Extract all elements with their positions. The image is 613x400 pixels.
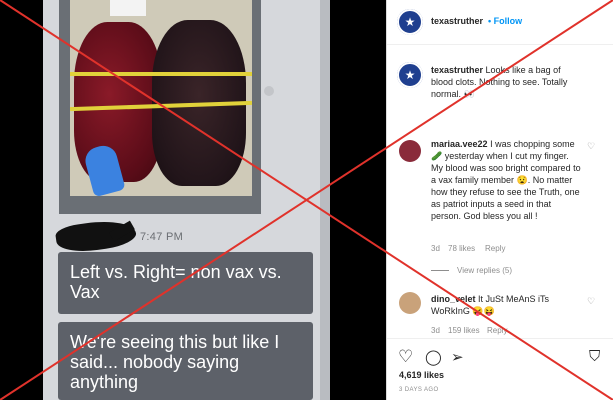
post-timestamp: 3 DAYS AGO (399, 387, 439, 393)
reply-button[interactable]: Reply (487, 326, 507, 335)
screenshot: 7:47 PM Left vs. Right= non vax vs. Vax … (0, 0, 613, 400)
comment-age: 3d (431, 244, 440, 253)
heart-icon[interactable]: ♡ (587, 296, 595, 307)
rubber-band (70, 72, 252, 76)
view-replies-label: View replies (5) (457, 266, 512, 275)
message-bubble: We're seeing this but like I said... nob… (58, 322, 313, 400)
like-heart-icon[interactable]: ♡ (398, 347, 413, 367)
star-icon: ★ (404, 68, 416, 82)
heart-icon[interactable]: ♡ (587, 141, 595, 152)
divider (431, 270, 449, 272)
blood-bags-photo (70, 0, 252, 196)
comment-text: I was chopping some 🥒 yesterday when I c… (431, 139, 581, 221)
comment-icon[interactable]: ◯ (425, 348, 442, 366)
avatar[interactable] (399, 140, 421, 162)
comment-likes[interactable]: 159 likes (448, 326, 480, 335)
view-replies-button[interactable]: View replies (5) (431, 266, 512, 275)
star-icon: ★ (404, 15, 416, 29)
bookmark-icon[interactable]: ⛉ (589, 348, 600, 365)
comment: mariaa.vee22 I was chopping some 🥒 yeste… (431, 138, 581, 222)
comment-username[interactable]: mariaa.vee22 (431, 139, 488, 149)
comment: dino_velet It JuSt MeAnS iTs WoRkInG 😝😝 (431, 293, 581, 317)
post-username[interactable]: texastruther (431, 16, 483, 26)
follow-button[interactable]: • Follow (488, 16, 522, 26)
post-actions-bar: ♡ ◯ ➢ ⛉ 4,619 likes 3 DAYS AGO (387, 338, 613, 400)
bag-label (110, 0, 146, 16)
message-bubble: Left vs. Right= non vax vs. Vax (58, 252, 313, 314)
caption: texastruther Looks like a bag of blood c… (431, 64, 581, 100)
message-time: 7:47 PM (140, 231, 184, 243)
likes-count[interactable]: 4,619 likes (399, 370, 444, 380)
comment-likes[interactable]: 78 likes (448, 244, 475, 253)
post-header: ★ texastruther • Follow (387, 0, 613, 45)
post-media[interactable]: 7:47 PM Left vs. Right= non vax vs. Vax … (0, 0, 386, 400)
share-icon[interactable]: ➢ (451, 348, 464, 366)
post-details-panel: ★ texastruther • Follow ★ texastruther L… (386, 0, 613, 400)
follow-label: Follow (493, 16, 523, 26)
heart-indicator (264, 86, 274, 96)
avatar[interactable]: ★ (397, 62, 423, 88)
reply-button[interactable]: Reply (485, 244, 505, 253)
avatar[interactable]: ★ (397, 9, 423, 35)
avatar[interactable] (399, 292, 421, 314)
phone-edge (320, 0, 330, 400)
separator: • (488, 16, 492, 26)
comment-age: 3d (431, 326, 440, 335)
caption-username[interactable]: texastruther (431, 65, 483, 75)
comment-username[interactable]: dino_velet (431, 294, 476, 304)
